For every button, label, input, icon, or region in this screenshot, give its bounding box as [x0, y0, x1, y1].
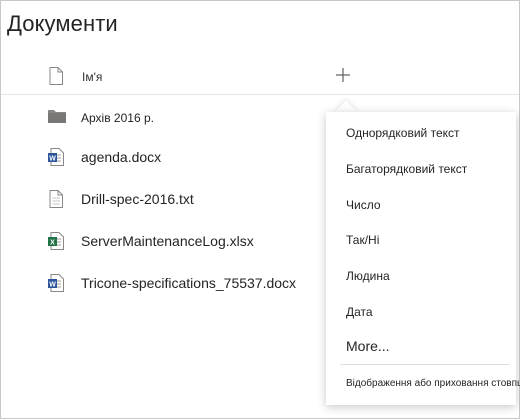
add-column-button[interactable]	[331, 63, 355, 87]
excel-doc-icon: X	[48, 232, 64, 250]
menu-item-more[interactable]: More...	[346, 338, 390, 354]
name-column-header[interactable]: Ім'я	[82, 70, 102, 84]
document-library-panel: Документи Ім'я Архів 2016 р. W agenda.do…	[0, 0, 520, 419]
menu-item-multi-line-text[interactable]: Багаторядковий текст	[346, 162, 467, 176]
list-item[interactable]: Архів 2016 р.	[1, 99, 321, 135]
text-file-icon	[48, 190, 64, 208]
menu-item-date[interactable]: Дата	[346, 305, 373, 319]
file-name[interactable]: Архів 2016 р.	[81, 111, 154, 125]
add-column-menu: Однорядковий текст Багаторядковий текст …	[326, 112, 520, 405]
menu-item-yes-no[interactable]: Так/Ні	[346, 233, 379, 247]
menu-item-single-line-text[interactable]: Однорядковий текст	[346, 126, 460, 140]
svg-text:X: X	[50, 240, 55, 247]
word-doc-icon: W	[48, 148, 64, 166]
svg-text:W: W	[49, 282, 56, 289]
show-hide-columns-link[interactable]: Відображення або приховання стовпців	[346, 378, 520, 389]
list-item[interactable]: X ServerMaintenanceLog.xlsx	[1, 223, 321, 259]
file-name[interactable]: agenda.docx	[81, 149, 161, 165]
file-name[interactable]: ServerMaintenanceLog.xlsx	[81, 233, 254, 249]
folder-icon	[48, 108, 66, 126]
word-doc-icon: W	[48, 274, 64, 292]
svg-text:W: W	[49, 156, 56, 163]
menu-item-number[interactable]: Число	[346, 198, 381, 212]
menu-divider	[340, 364, 510, 365]
list-item[interactable]: W agenda.docx	[1, 139, 321, 175]
file-type-icon[interactable]	[49, 67, 63, 85]
list-item[interactable]: W Tricone-specifications_75537.docx	[1, 265, 321, 301]
file-name[interactable]: Tricone-specifications_75537.docx	[81, 275, 296, 291]
column-header-row: Ім'я	[1, 59, 519, 95]
file-name[interactable]: Drill-spec-2016.txt	[81, 191, 194, 207]
plus-icon	[336, 68, 350, 82]
menu-item-person[interactable]: Людина	[346, 269, 390, 283]
list-item[interactable]: Drill-spec-2016.txt	[1, 181, 321, 217]
page-title: Документи	[7, 11, 118, 36]
